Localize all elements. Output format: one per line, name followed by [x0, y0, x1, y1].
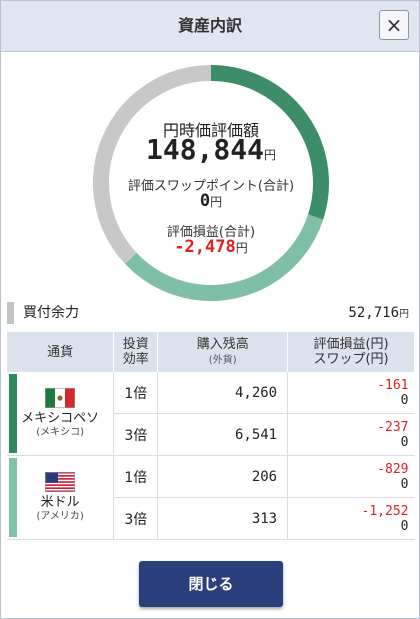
pl-unit: 円: [235, 241, 248, 255]
buying-power-amount: 52,716円: [348, 301, 409, 327]
header-leverage-line2: 効率: [122, 352, 149, 367]
header-currency: 通貨: [7, 332, 115, 372]
leverage-cell: 1倍: [113, 455, 159, 498]
header-leverage: 投資 効率: [113, 332, 159, 372]
amount-cell: 6,541: [157, 413, 289, 456]
leverage-cell: 1倍: [113, 372, 159, 414]
pl-cell: -161 0: [287, 372, 415, 414]
currency-cell-usd: 米ドル (アメリカ): [7, 455, 115, 540]
mexico-flag-icon: [45, 388, 76, 408]
buying-power-value: 52,716: [348, 305, 399, 321]
buying-power-label: 買付余力: [23, 305, 79, 321]
buying-power-unit: 円: [399, 309, 409, 320]
close-icon[interactable]: ×: [379, 10, 409, 40]
amount-cell: 206: [157, 455, 289, 498]
pl-value: -161: [377, 377, 409, 393]
pl-value: -829: [377, 461, 409, 477]
valuation-value: 148,844: [145, 133, 264, 166]
swap-unit: 円: [210, 195, 223, 209]
amount-cell: 4,260: [157, 372, 289, 414]
header-position: 購入残高 (外貨): [157, 332, 289, 372]
buying-power-row: 買付余力 52,716円: [7, 301, 413, 325]
swap-amount: 0円: [111, 191, 311, 211]
header-position-line1: 購入残高: [196, 336, 249, 352]
buying-power-marker: [7, 302, 14, 324]
pl-cell: -829 0: [287, 455, 415, 498]
swap-value: 0: [400, 434, 409, 450]
header-position-line2: (外貨): [208, 354, 237, 366]
header-pl-line1: 評価損益(円): [313, 337, 389, 352]
header-pl-line2: スワップ(円): [313, 352, 389, 367]
dialog-header: 資産内訳 ×: [1, 1, 419, 52]
holdings-table: 通貨 投資 効率 購入残高 (外貨) 評価損益(円) スワップ(円) メキシコペ…: [7, 332, 415, 540]
currency-cell-mxn: メキシコペソ (メキシコ): [7, 372, 115, 456]
swap-value: 0: [400, 392, 409, 408]
header-leverage-line1: 投資: [122, 337, 149, 352]
leverage-cell: 3倍: [113, 413, 159, 456]
pl-value: -2,478: [174, 237, 236, 257]
pl-value: -1,252: [361, 503, 409, 519]
leverage-cell: 3倍: [113, 497, 159, 540]
holdings-header-row: 通貨 投資 効率 購入残高 (外貨) 評価損益(円) スワップ(円): [7, 332, 415, 372]
table-row[interactable]: 米ドル (アメリカ) 1倍 206 -829 0: [7, 455, 415, 540]
pl-cell: -1,252 0: [287, 497, 415, 540]
currency-name: 米ドル: [40, 495, 80, 510]
us-flag-icon: [45, 472, 76, 492]
pl-value: -237: [377, 419, 409, 435]
header-pl: 評価損益(円) スワップ(円): [287, 332, 415, 372]
swap-value: 0: [400, 518, 409, 534]
currency-stripe-usd: [9, 458, 17, 537]
valuation-unit: 円: [264, 148, 277, 162]
pl-cell: -237 0: [287, 413, 415, 456]
currency-stripe-mxn: [9, 374, 17, 453]
asset-breakdown-dialog: 資産内訳 × 円時価評価額 148,844円 評価スワップポイント(合計) 0円…: [0, 0, 420, 619]
swap-value: 0: [400, 476, 409, 492]
table-row[interactable]: メキシコペソ (メキシコ) 1倍 4,260 -161 0: [7, 372, 415, 456]
pl-amount: -2,478円: [111, 237, 311, 257]
currency-country: (メキシコ): [36, 427, 85, 438]
valuation-amount: 148,844円: [111, 133, 311, 166]
dialog-title: 資産内訳: [177, 16, 242, 35]
close-button[interactable]: 閉じる: [139, 561, 283, 607]
amount-cell: 313: [157, 497, 289, 540]
swap-value: 0: [199, 191, 211, 211]
currency-name: メキシコペソ: [21, 411, 100, 426]
currency-country: (アメリカ): [36, 511, 84, 522]
